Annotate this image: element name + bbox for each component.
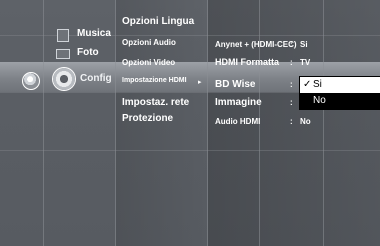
menu-item-music[interactable]: Musica [77,28,111,39]
submenu-active-arrow-icon: ▸ [198,79,202,86]
settings-screen: Musica Foto Config Opzioni Lingua Opzion… [0,0,380,246]
setting-sep: : [290,98,293,107]
dropdown-option-label: Si [313,79,322,90]
music-icon [57,29,69,42]
divider [115,0,116,246]
setting-sep: : [290,80,293,89]
check-icon: ✓ [303,79,312,90]
submenu-item-hdmi[interactable]: Impostazione HDMI [122,77,187,84]
divider [0,150,380,151]
menu-item-photo[interactable]: Foto [77,47,99,58]
setting-sep: : [290,117,293,126]
setting-value-hdmi-format: TV [300,58,311,67]
setting-sep: : [290,40,293,49]
submenu-item-network[interactable]: Impostaz. rete [122,97,189,108]
dropdown-option-si[interactable]: ✓ Si [300,77,380,93]
setting-value-hdmi-audio: No [300,117,311,126]
divider [323,0,324,246]
divider [207,0,208,246]
setting-label-anynet[interactable]: Anynet + (HDMI-CEC) [215,40,297,49]
bd-wise-dropdown[interactable]: ✓ Si No [299,76,380,110]
disc-column [0,0,44,246]
submenu-item-language[interactable]: Opzioni Lingua [122,16,194,27]
setting-label-bd-wise[interactable]: BD Wise [215,79,255,90]
disc-icon [22,72,40,90]
submenu-item-protection[interactable]: Protezione [122,113,173,124]
setting-label-hdmi-format[interactable]: HDMI Formatta [215,57,279,67]
setting-label-hdmi-audio[interactable]: Audio HDMI [215,117,260,126]
submenu-item-video[interactable]: Opzioni Video [122,58,175,67]
divider [43,0,44,246]
setting-value-anynet: Si [300,40,308,49]
dropdown-option-no[interactable]: No [300,93,380,109]
submenu-item-audio[interactable]: Opzioni Audio [122,38,176,47]
photo-icon [56,49,70,59]
gear-icon [53,68,75,90]
setting-sep: : [290,58,293,67]
setting-label-image[interactable]: Immagine [215,97,262,108]
menu-item-config[interactable]: Config [80,73,112,84]
